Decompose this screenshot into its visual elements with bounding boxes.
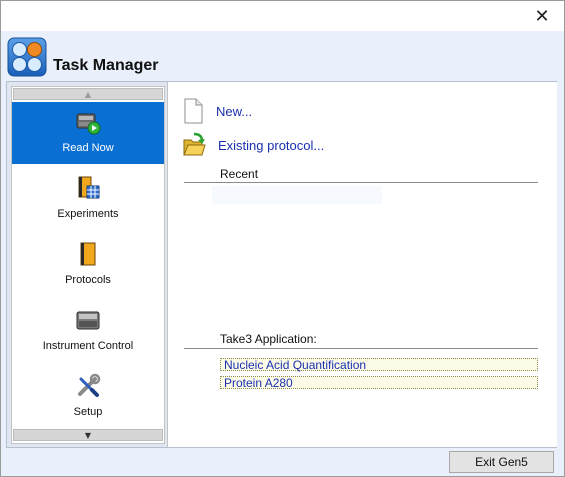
sidebar-item-label: Setup — [73, 406, 103, 418]
open-folder-icon — [183, 132, 206, 156]
sidebar-item-label: Read Now — [62, 142, 114, 154]
new-label: New... — [216, 103, 253, 119]
sidebar-item-experiments[interactable]: Experiments — [12, 168, 164, 230]
sidebar-item-setup[interactable]: Setup — [12, 366, 164, 428]
new-document-icon — [184, 98, 203, 124]
take3-option-protein-a280[interactable]: Protein A280 — [220, 376, 538, 390]
exit-gen5-button[interactable]: Exit Gen5 — [449, 451, 554, 473]
header: Task Manager — [1, 31, 564, 81]
sidebar-scroll-down-button[interactable]: ▼ — [13, 429, 163, 441]
title-bar: ✕ — [1, 1, 564, 31]
existing-protocol-link[interactable]: Existing protocol... — [182, 130, 324, 160]
close-button[interactable]: ✕ — [520, 1, 564, 31]
sidebar: ▲ Read Now Experiments Protocols Instrum… — [11, 86, 165, 444]
close-icon: ✕ — [534, 5, 550, 27]
take3-option-nucleic-acid[interactable]: Nucleic Acid Quantification — [220, 358, 538, 372]
recent-divider — [184, 182, 538, 183]
sidebar-item-read-now[interactable]: Read Now — [12, 102, 164, 164]
task-manager-window: ✕ Task Manager ▲ Read Now Experiments Pr… — [0, 0, 565, 477]
sidebar-scroll-up-button[interactable]: ▲ — [13, 88, 163, 100]
app-title: Task Manager — [53, 57, 159, 74]
main-panel: New... Existing protocol... Recent Take3… — [167, 82, 557, 447]
sidebar-item-protocols[interactable]: Protocols — [12, 234, 164, 296]
arrow-up-icon: ▲ — [84, 89, 92, 99]
sidebar-item-label: Protocols — [65, 274, 111, 286]
new-protocol-link[interactable]: New... — [182, 96, 252, 126]
existing-protocol-label: Existing protocol... — [218, 137, 325, 153]
sidebar-item-instrument-control[interactable]: Instrument Control — [12, 300, 164, 362]
arrow-down-icon: ▼ — [84, 430, 92, 440]
content-frame: ▲ Read Now Experiments Protocols Instrum… — [6, 81, 557, 448]
sidebar-item-label: Experiments — [57, 208, 119, 220]
experiments-book-icon — [78, 176, 100, 199]
recent-list-placeholder — [212, 186, 382, 204]
take3-section-title: Take3 Application: — [220, 332, 317, 346]
sidebar-item-label: Instrument Control — [42, 340, 134, 352]
plate-reader-play-icon — [76, 113, 101, 135]
gen5-app-icon — [7, 37, 47, 77]
protocols-book-icon — [80, 242, 96, 266]
instrument-icon — [76, 311, 100, 330]
take3-divider — [184, 348, 538, 349]
wrench-screwdriver-icon — [78, 373, 101, 397]
recent-section-title: Recent — [220, 167, 259, 181]
